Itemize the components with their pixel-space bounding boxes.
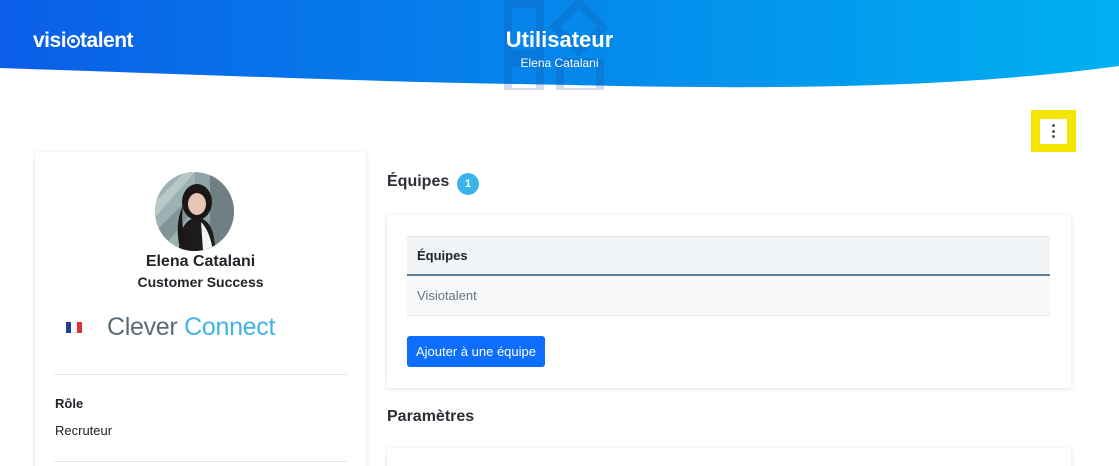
divider xyxy=(54,461,347,462)
divider xyxy=(54,374,347,375)
teams-count-badge: 1 xyxy=(457,173,479,195)
profile-job-title: Customer Success xyxy=(137,274,264,290)
more-vertical-icon xyxy=(1052,124,1055,127)
more-vertical-icon-dot xyxy=(1052,129,1055,133)
role-value: Recruteur xyxy=(55,423,113,438)
add-to-team-button[interactable]: Ajouter à une équipe xyxy=(407,336,545,367)
teams-section-title: Équipes xyxy=(387,173,450,190)
user-page: visi talent Utilisateur Elena Catalani E… xyxy=(0,0,1119,466)
more-vertical-icon-dot xyxy=(1052,135,1055,138)
page-subtitle: Elena Catalani xyxy=(520,56,599,70)
page-title: Utilisateur xyxy=(505,27,614,52)
company-logo: Clever Connect xyxy=(107,313,276,341)
more-options-highlight xyxy=(1031,110,1076,152)
role-label: Rôle xyxy=(55,396,84,411)
settings-section-title: Paramètres xyxy=(387,408,475,425)
avatar xyxy=(155,172,234,251)
more-options-button[interactable] xyxy=(1040,118,1067,144)
teams-table-header: Équipes xyxy=(407,236,1050,276)
table-row[interactable]: Visiotalent xyxy=(407,276,1050,316)
france-flag-icon xyxy=(66,322,82,333)
settings-card xyxy=(387,448,1071,466)
page-header: visi talent Utilisateur Elena Catalani xyxy=(0,0,1119,90)
teams-card: Équipes Visiotalent Ajouter à une équipe xyxy=(387,215,1071,388)
profile-name: Elena Catalani xyxy=(145,253,256,270)
profile-card: Elena Catalani Customer Success Clever C… xyxy=(35,152,366,466)
